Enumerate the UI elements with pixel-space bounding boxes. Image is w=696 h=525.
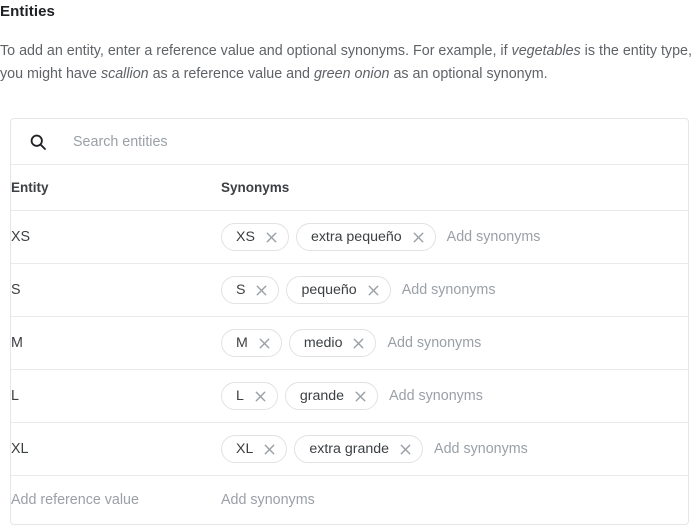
add-synonyms-input[interactable]: Add synonyms	[221, 492, 315, 508]
close-icon[interactable]	[366, 283, 381, 298]
add-synonyms-input[interactable]: Add synonyms	[434, 441, 528, 457]
synonym-chip-label: M	[236, 334, 248, 351]
close-icon[interactable]	[398, 442, 413, 457]
page-description: To add an entity, enter a reference valu…	[0, 40, 694, 86]
add-synonyms-input[interactable]: Add synonyms	[402, 282, 496, 298]
table-row[interactable]: L L grande Add synonyms	[11, 369, 688, 423]
entity-value-cell[interactable]: L	[11, 369, 221, 423]
synonym-chip-label: medio	[303, 334, 343, 351]
table-row[interactable]: S S pequeño Add synonyms	[11, 263, 688, 317]
add-synonyms-input[interactable]: Add synonyms	[389, 388, 483, 404]
synonym-chip-list: M medio Add synonyms	[221, 329, 688, 357]
entity-value-cell[interactable]: S	[11, 263, 221, 317]
synonyms-cell[interactable]: XL extra grande Add synonyms	[221, 422, 688, 476]
add-reference-value-cell[interactable]: Add reference value	[11, 476, 221, 525]
close-icon[interactable]	[257, 336, 272, 351]
close-icon[interactable]	[351, 336, 366, 351]
close-icon[interactable]	[353, 389, 368, 404]
entities-page: Entities To add an entity, enter a refer…	[0, 0, 696, 525]
entity-value-cell[interactable]: M	[11, 316, 221, 370]
synonym-chip-list: XS extra pequeño Add synonyms	[221, 223, 688, 251]
description-em-scallion: scallion	[100, 66, 149, 82]
synonyms-cell[interactable]: XS extra pequeño Add synonyms	[221, 210, 688, 264]
close-icon[interactable]	[253, 389, 268, 404]
column-header-synonyms: Synonyms	[221, 165, 688, 211]
search-bar[interactable]	[11, 119, 688, 165]
table-row[interactable]: XS XS extra pequeño Add synonyms	[11, 210, 688, 264]
synonym-chip[interactable]: XL	[221, 435, 288, 463]
close-icon[interactable]	[411, 230, 426, 245]
synonym-chip-label: XL	[236, 440, 254, 457]
entity-value-cell[interactable]: XS	[11, 210, 221, 264]
add-reference-value-input[interactable]: Add reference value	[11, 492, 139, 508]
synonym-chip-list: L grande Add synonyms	[221, 382, 688, 410]
entity-value-cell[interactable]: XL	[11, 422, 221, 476]
synonym-chip[interactable]: L	[221, 382, 278, 410]
synonym-chip[interactable]: medio	[288, 329, 377, 357]
description-text-4: as an optional synonym.	[389, 66, 548, 82]
synonym-chip[interactable]: extra pequeño	[295, 223, 436, 251]
synonyms-cell[interactable]: S pequeño Add synonyms	[221, 263, 688, 317]
synonym-chip[interactable]: M	[221, 329, 282, 357]
synonym-chip[interactable]: pequeño	[286, 276, 391, 304]
synonym-chip-list: XL extra grande Add synonyms	[221, 435, 688, 463]
column-header-entity: Entity	[11, 165, 221, 211]
synonym-chip[interactable]: grande	[284, 382, 379, 410]
synonym-chip[interactable]: extra grande	[294, 435, 424, 463]
search-icon	[30, 134, 46, 150]
table-body: XS XS extra pequeño Add synonyms S S peq…	[11, 210, 688, 525]
close-icon[interactable]	[254, 283, 269, 298]
close-icon[interactable]	[264, 230, 279, 245]
table-header: Entity Synonyms	[11, 165, 688, 211]
synonym-chip-list: S pequeño Add synonyms	[221, 276, 688, 304]
synonym-chip[interactable]: XS	[221, 223, 289, 251]
synonym-chip-label: XS	[236, 228, 255, 245]
synonym-chip-label: L	[236, 387, 244, 404]
close-icon[interactable]	[262, 442, 277, 457]
description-text-1: To add an entity, enter a reference valu…	[0, 43, 512, 59]
add-synonyms-input[interactable]: Add synonyms	[447, 229, 541, 245]
add-entity-row[interactable]: Add reference value Add synonyms	[11, 476, 688, 525]
synonyms-cell[interactable]: L grande Add synonyms	[221, 369, 688, 423]
description-em-green-onion: green onion	[313, 66, 390, 82]
table-row[interactable]: M M medio Add synonyms	[11, 316, 688, 370]
synonym-chip[interactable]: S	[221, 276, 280, 304]
table-row[interactable]: XL XL extra grande Add synonyms	[11, 422, 688, 476]
entities-card: Entity Synonyms XS XS	[10, 118, 689, 525]
synonym-chip-label: extra grande	[309, 440, 390, 457]
page-title: Entities	[0, 3, 55, 20]
description-em-vegetables: vegetables	[511, 43, 581, 59]
search-input[interactable]	[73, 129, 688, 154]
synonyms-cell[interactable]: M medio Add synonyms	[221, 316, 688, 370]
synonym-chip-label: grande	[299, 387, 345, 404]
add-synonyms-cell[interactable]: Add synonyms	[221, 476, 688, 525]
entities-table: Entity Synonyms XS XS extra pequeño Add …	[11, 165, 688, 524]
synonym-chip-label: pequeño	[301, 281, 357, 298]
add-synonyms-input[interactable]: Add synonyms	[387, 335, 481, 351]
table-header-row: Entity Synonyms	[11, 165, 688, 211]
synonym-chip-label: S	[236, 281, 246, 298]
synonym-chip-label: extra pequeño	[310, 228, 402, 245]
description-text-3: as a reference value and	[148, 66, 314, 82]
